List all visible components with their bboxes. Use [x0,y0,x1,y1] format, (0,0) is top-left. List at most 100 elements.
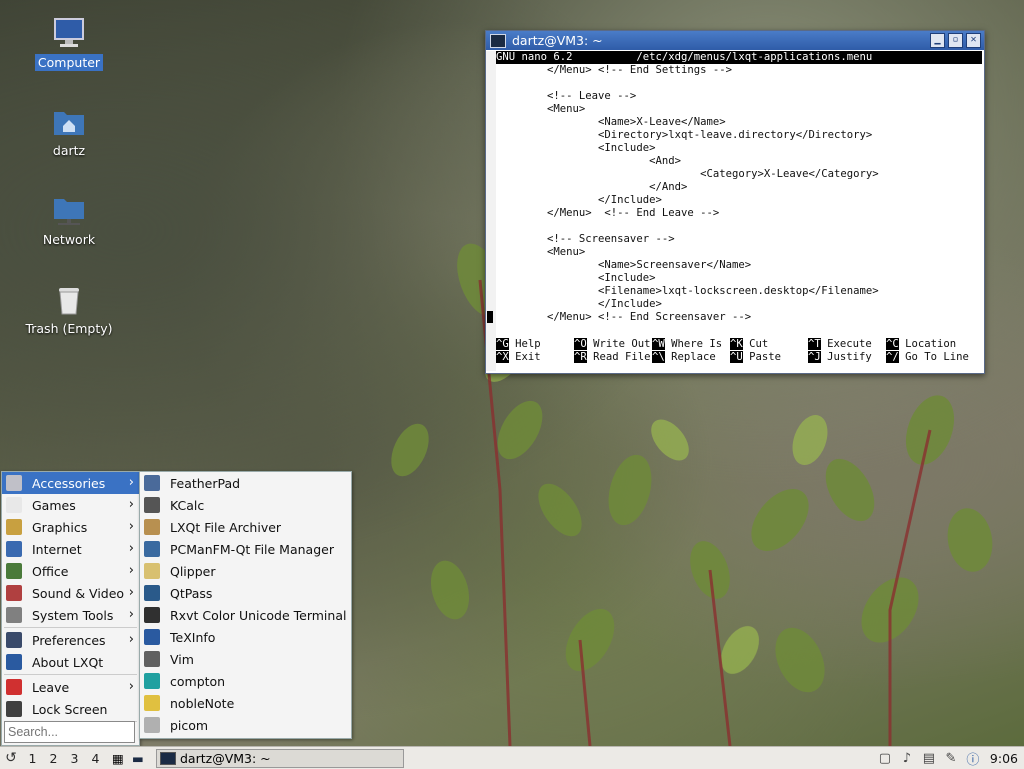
shortcut-key: ^C [886,338,899,350]
shortcut-key: ^\ [652,351,665,363]
taskbar[interactable]: ↺ 1234 ▦ ▬ dartz@VM3: ~ ▢ ♪ ▤ ✎ ⓘ 9:06 [0,746,1024,769]
submenu-item-label: compton [170,673,226,689]
volume-icon[interactable]: ♪ [896,751,918,766]
terminal-line: <And> [496,155,681,167]
archiver-icon [144,519,160,535]
nano-shortcut: ^U Paste [730,351,808,364]
terminal-line: <!-- Screensaver --> [496,233,675,245]
start-menu[interactable]: Accessories › Games › Graphics › Internet › Offi… [1,471,140,746]
menu-item-label: System Tools [32,607,114,623]
submenu-item-qtpass[interactable]: QtPass [140,582,351,604]
menu-item-internet[interactable]: Internet › [2,538,139,560]
menu-item-label: Games [32,497,76,513]
nano-shortcut: ^R Read File [574,351,652,364]
terminal-line: <Menu> [496,246,586,258]
shortcut-label: Execute [827,338,872,350]
chevron-right-icon: › [128,585,134,600]
menu-item-office[interactable]: Office › [2,560,139,582]
menu-item-lock-screen[interactable]: Lock Screen [2,698,139,720]
network-folder-icon [52,193,86,227]
menu-item-accessories[interactable]: Accessories › [2,472,139,494]
desktop-icon-computer[interactable]: Computer [21,16,117,71]
maximize-button[interactable]: ▫ [948,33,963,48]
terminal-line: <!-- Leave --> [496,90,637,102]
shortcut-key: ^K [730,338,743,350]
notes-icon[interactable]: ▢ [874,751,896,766]
taskbar-task-terminal[interactable]: dartz@VM3: ~ [156,748,404,768]
shortcut-label: Paste [749,351,782,363]
chevron-right-icon: › [128,475,134,490]
terminal-line: </Include> [496,298,662,310]
accessories-submenu[interactable]: FeatherPad KCalc LXQt File Archiver PCManFM… [139,471,352,739]
window-titlebar[interactable]: dartz@VM3: ~ ▁ ▫ ✕ [486,31,984,50]
nano-shortcut: ^G Help [496,338,574,351]
nano-shortcut: ^X Exit [496,351,574,364]
terminal-window[interactable]: dartz@VM3: ~ ▁ ▫ ✕ GNU nano 6.2 /etc/xdg… [485,30,985,374]
show-desktop-icon[interactable]: ▦ [112,751,132,766]
file-manager-icon [144,541,160,557]
nano-header: GNU nano 6.2 /etc/xdg/menus/lxqt-applica… [496,51,982,64]
menu-item-about-lxqt[interactable]: About LXQt [2,651,139,673]
desktop-2-button[interactable]: 2 [43,751,64,766]
system-tray: ▢ ♪ ▤ ✎ ⓘ 9:06 [874,749,1024,768]
submenu-item-lxqt-file-archiver[interactable]: LXQt File Archiver [140,516,351,538]
submenu-item-label: Rxvt Color Unicode Terminal [170,607,347,623]
menu-item-label: Lock Screen [32,701,108,717]
submenu-item-kcalc[interactable]: KCalc [140,494,351,516]
desktop-3-button[interactable]: 3 [64,751,85,766]
network-icon[interactable]: ✎ [940,751,962,766]
desktop-icon-label: Trash (Empty) [25,321,113,336]
trash-icon [52,282,86,316]
shortcut-label: Help [515,338,541,350]
submenu-item-label: nobleNote [170,695,235,711]
menu-item-label: About LXQt [32,654,104,670]
desktop-icon-trash[interactable]: Trash (Empty) [21,282,117,337]
menu-item-label: Graphics [32,519,88,535]
menu-item-sound-video[interactable]: Sound & Video › [2,582,139,604]
submenu-item-texinfo[interactable]: TeXInfo [140,626,351,648]
nano-shortcut: ^C Location [886,338,964,351]
submenu-item-vim[interactable]: Vim [140,648,351,670]
clipboard-icon[interactable]: ▤ [918,751,940,766]
submenu-item-picom[interactable]: picom [140,714,351,736]
terminal-line: </Include> [496,194,662,206]
quicklaunch-terminal-icon[interactable]: ▬ [132,751,152,766]
shortcut-label: Read File [593,351,651,363]
submenu-item-pcmanfm-qt-file-manager[interactable]: PCManFM-Qt File Manager [140,538,351,560]
terminal-line: </Menu> <!-- End Screensaver --> [487,311,982,324]
menu-item-leave[interactable]: Leave › [2,676,139,698]
close-button[interactable]: ✕ [966,33,981,48]
qtpass-icon [144,585,160,601]
shortcut-key: ^/ [886,351,899,363]
menu-item-system-tools[interactable]: System Tools › [2,604,139,626]
submenu-item-qlipper[interactable]: Qlipper [140,560,351,582]
minimize-button[interactable]: ▁ [930,33,945,48]
submenu-item-rxvt-color-unicode-terminal[interactable]: Rxvt Color Unicode Terminal [140,604,351,626]
menu-item-preferences[interactable]: Preferences › [2,629,139,651]
desktop-4-button[interactable]: 4 [85,751,106,766]
shortcut-key: ^T [808,338,821,350]
submenu-item-noblenote[interactable]: nobleNote [140,692,351,714]
menu-search-input[interactable] [4,721,135,743]
submenu-item-compton[interactable]: compton [140,670,351,692]
nano-shortcut: ^W Where Is [652,338,730,351]
submenu-item-featherpad[interactable]: FeatherPad [140,472,351,494]
lock-screen-icon [6,701,22,717]
terminal-icon [144,607,160,623]
menu-item-games[interactable]: Games › [2,494,139,516]
desktop-icon-home[interactable]: dartz [21,104,117,159]
desktop-1-button[interactable]: 1 [22,751,43,766]
menu-item-graphics[interactable]: Graphics › [2,516,139,538]
terminal-content[interactable]: GNU nano 6.2 /etc/xdg/menus/lxqt-applica… [487,51,982,371]
terminal-line: <Name>X-Leave</Name> [496,116,726,128]
update-notifier-icon[interactable]: ⓘ [962,749,984,768]
chevron-right-icon: › [128,607,134,622]
about-icon [6,654,22,670]
desktop-icon-network[interactable]: Network [21,193,117,248]
main-menu-button[interactable]: ↺ [0,748,22,768]
desktop-switcher: 1234 [22,751,106,766]
graphics-icon [6,519,22,535]
clock[interactable]: 9:06 [984,751,1024,766]
terminal-line: </And> [496,181,688,193]
office-icon [6,563,22,579]
